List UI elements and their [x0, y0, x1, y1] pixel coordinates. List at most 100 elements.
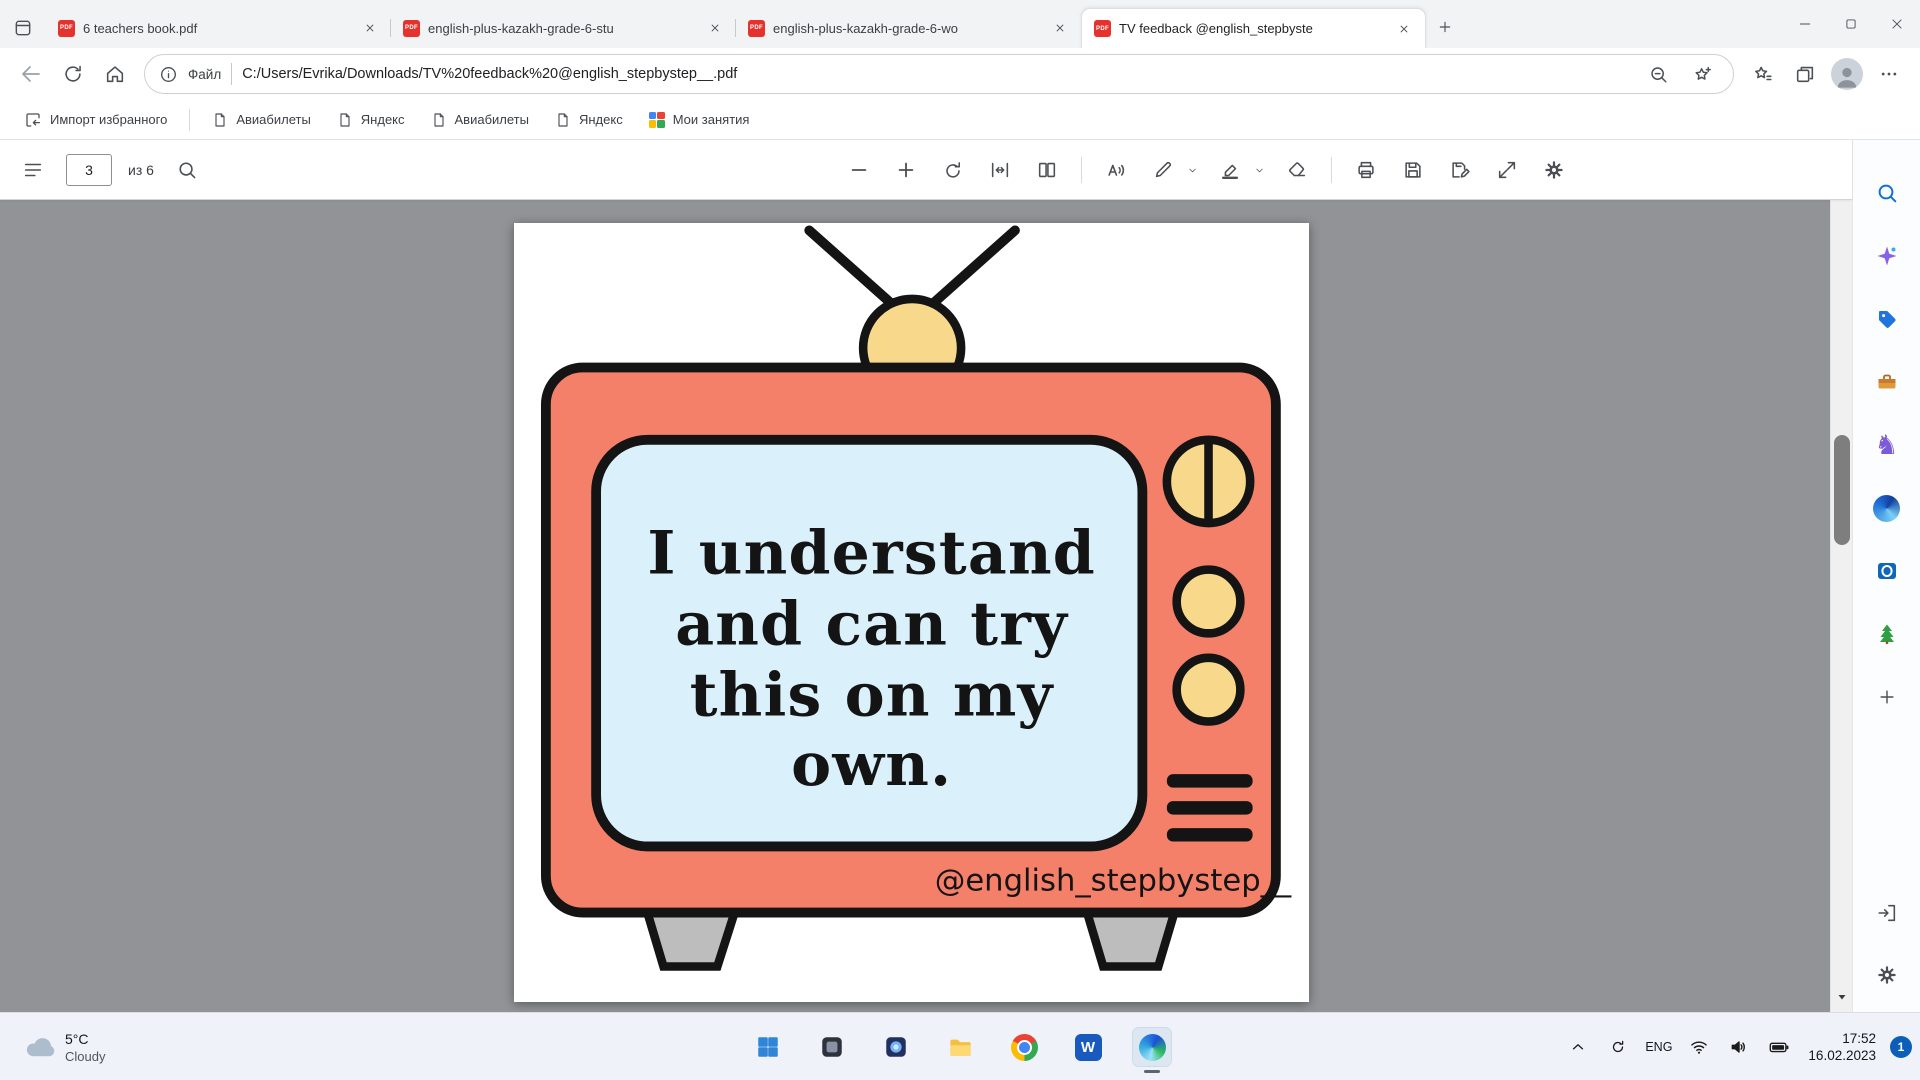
- save-button[interactable]: [1396, 153, 1430, 187]
- zoom-out-button[interactable]: [842, 153, 876, 187]
- tab-strip: PDF 6 teachers book.pdf PDF english-plus…: [0, 0, 1920, 48]
- pdf-viewer-area[interactable]: I understand and can try this on my own.…: [0, 200, 1830, 1012]
- tab-close-icon[interactable]: [1395, 20, 1413, 38]
- pdf-file-icon: PDF: [1094, 20, 1111, 37]
- add-favorite-icon[interactable]: [1685, 57, 1719, 91]
- sidebar-add-icon[interactable]: [1864, 674, 1910, 720]
- volume-icon[interactable]: [1724, 1030, 1754, 1064]
- tv-knob-1: [1177, 570, 1241, 634]
- windows-taskbar: 5°C Cloudy W: [0, 1012, 1920, 1080]
- m365-copilot-icon[interactable]: [1864, 485, 1910, 531]
- favorite-label: Яндекс: [579, 112, 623, 127]
- speaker-bar: [1167, 774, 1253, 787]
- tab-close-icon[interactable]: [1051, 19, 1069, 37]
- pen-options-chevron-icon[interactable]: [1184, 156, 1200, 184]
- favorite-aviabilety-2[interactable]: Авиабилеты: [421, 107, 539, 133]
- wifi-icon[interactable]: [1684, 1030, 1714, 1064]
- sidebar-search-icon[interactable]: [1864, 170, 1910, 216]
- language-indicator[interactable]: ENG: [1643, 1040, 1674, 1054]
- instagram-handle-text: @english_stepbystep__: [935, 864, 1292, 899]
- zoom-in-button[interactable]: [889, 153, 923, 187]
- weather-temp: 5°C: [65, 1030, 105, 1048]
- shopping-tag-icon[interactable]: [1864, 296, 1910, 342]
- address-bar[interactable]: Файл C:/Users/Evrika/Downloads/TV%20feed…: [144, 54, 1734, 94]
- pdf-file-icon: PDF: [58, 20, 75, 37]
- copilot-sparkle-icon[interactable]: [1864, 233, 1910, 279]
- weather-widget[interactable]: 5°C Cloudy: [14, 1013, 113, 1080]
- favorite-yandex-1[interactable]: Яндекс: [327, 107, 415, 133]
- pdf-settings-gear-icon[interactable]: [1537, 153, 1571, 187]
- refresh-button[interactable]: [52, 53, 94, 95]
- settings-more-button[interactable]: [1868, 53, 1910, 95]
- eraser-button[interactable]: [1280, 153, 1314, 187]
- pdf-file-icon: PDF: [748, 20, 765, 37]
- tab-close-icon[interactable]: [706, 19, 724, 37]
- outlook-icon[interactable]: [1864, 548, 1910, 594]
- search-icon[interactable]: [170, 153, 204, 187]
- tree-app-icon[interactable]: [1864, 611, 1910, 657]
- tray-sync-icon[interactable]: [1603, 1030, 1633, 1064]
- fullscreen-button[interactable]: [1490, 153, 1524, 187]
- sidebar-panel-toggle-icon[interactable]: [1864, 890, 1910, 936]
- close-window-button[interactable]: [1874, 0, 1920, 48]
- sidebar-settings-gear-icon[interactable]: [1864, 952, 1910, 998]
- toc-menu-icon[interactable]: [16, 153, 50, 187]
- page-view-button[interactable]: [1030, 153, 1064, 187]
- tray-chevron-up-icon[interactable]: [1563, 1030, 1593, 1064]
- pdf-file-icon: PDF: [403, 20, 420, 37]
- start-button[interactable]: [748, 1027, 788, 1067]
- tray-clock[interactable]: 17:52 16.02.2023: [1804, 1030, 1880, 1064]
- vertical-scrollbar[interactable]: [1830, 140, 1852, 1012]
- info-icon[interactable]: [159, 65, 178, 84]
- collections-button[interactable]: [1784, 53, 1826, 95]
- video-app-icon[interactable]: [876, 1027, 916, 1067]
- toolbox-icon[interactable]: [1864, 359, 1910, 405]
- tab-2[interactable]: PDF english-plus-kazakh-grade-6-stu: [391, 8, 736, 48]
- rotate-button[interactable]: [936, 153, 970, 187]
- tab-close-icon[interactable]: [361, 19, 379, 37]
- favorites-hub-button[interactable]: [1742, 53, 1784, 95]
- scrollbar-thumb[interactable]: [1834, 435, 1850, 545]
- tab-actions-menu-button[interactable]: [0, 8, 46, 48]
- pen-tool-button[interactable]: [1146, 153, 1180, 187]
- favorite-import[interactable]: Импорт избранного: [14, 106, 177, 134]
- dark-app-icon[interactable]: [812, 1027, 852, 1067]
- new-tab-button[interactable]: [1426, 8, 1464, 46]
- edge-icon[interactable]: [1132, 1027, 1172, 1067]
- profile-avatar[interactable]: [1826, 53, 1868, 95]
- zoom-indicator-icon[interactable]: [1641, 57, 1675, 91]
- save-as-button[interactable]: [1443, 153, 1477, 187]
- file-explorer-icon[interactable]: [940, 1027, 980, 1067]
- highlighter-tool-button[interactable]: [1213, 153, 1247, 187]
- print-button[interactable]: [1349, 153, 1383, 187]
- back-button[interactable]: [10, 53, 52, 95]
- tab-1[interactable]: PDF 6 teachers book.pdf: [46, 8, 391, 48]
- home-button[interactable]: [94, 53, 136, 95]
- favorite-aviabilety-1[interactable]: Авиабилеты: [202, 107, 320, 133]
- tab-3[interactable]: PDF english-plus-kazakh-grade-6-wo: [736, 8, 1081, 48]
- favorite-moi-zanyatiya[interactable]: Мои занятия: [639, 107, 760, 133]
- tv-illustration: I understand and can try this on my own.…: [514, 223, 1309, 1002]
- notification-count-badge[interactable]: 1: [1890, 1036, 1912, 1058]
- page-number-input[interactable]: [66, 154, 112, 186]
- navigation-bar: Файл C:/Users/Evrika/Downloads/TV%20feed…: [0, 48, 1920, 100]
- file-scheme-label: Файл: [188, 67, 221, 82]
- fit-to-width-button[interactable]: [983, 153, 1017, 187]
- pdf-page[interactable]: I understand and can try this on my own.…: [514, 223, 1309, 1002]
- read-aloud-button[interactable]: [1099, 153, 1133, 187]
- cloud-icon: [22, 1030, 56, 1064]
- favorites-bar: Импорт избранного Авиабилеты Яндекс Авиа…: [0, 100, 1920, 140]
- chrome-icon[interactable]: [1004, 1027, 1044, 1067]
- word-icon[interactable]: W: [1068, 1027, 1108, 1067]
- maximize-button[interactable]: [1828, 0, 1874, 48]
- games-knight-icon[interactable]: ♞: [1864, 422, 1910, 468]
- highlighter-options-chevron-icon[interactable]: [1251, 156, 1267, 184]
- url-text[interactable]: C:/Users/Evrika/Downloads/TV%20feedback%…: [242, 66, 1631, 82]
- scroll-down-icon[interactable]: [1831, 986, 1853, 1008]
- tab-4-active[interactable]: PDF TV feedback @english_stepbyste: [1081, 8, 1426, 48]
- tray-date: 16.02.2023: [1808, 1047, 1876, 1064]
- battery-icon[interactable]: [1764, 1030, 1794, 1064]
- favorite-yandex-2[interactable]: Яндекс: [545, 107, 633, 133]
- minimize-button[interactable]: [1782, 0, 1828, 48]
- toolbar-separator: [1331, 157, 1332, 183]
